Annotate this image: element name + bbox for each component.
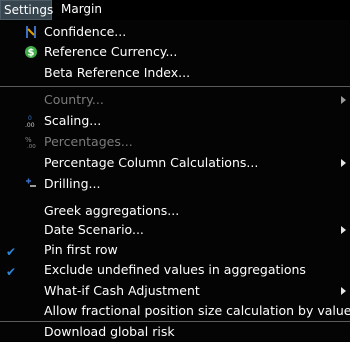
menu-item-allow-fractional-position-size[interactable]: Allow fractional position size calculati… xyxy=(0,301,350,321)
submenu-arrow-icon xyxy=(341,226,346,234)
menu-item-label: Greek aggregations... xyxy=(44,203,180,218)
menu-item-drilling[interactable]: Drilling... xyxy=(0,174,350,194)
menu-item-greek-aggregations[interactable]: Greek aggregations... xyxy=(0,201,350,221)
submenu-arrow-icon xyxy=(341,287,346,295)
menu-item-what-if-cash-adjustment[interactable]: What-if Cash Adjustment xyxy=(0,281,350,301)
menu-item-label: Drilling... xyxy=(44,176,101,191)
menu-item-label: Allow fractional position size calculati… xyxy=(44,303,350,318)
drilling-icon xyxy=(26,178,36,187)
dollar-icon: $ xyxy=(25,46,37,59)
menu-item-label: Beta Reference Index... xyxy=(44,65,191,80)
menu-item-reference-currency[interactable]: $ Reference Currency... xyxy=(0,42,350,62)
confidence-icon xyxy=(26,26,36,38)
menu-item-label: Percentages... xyxy=(44,134,133,149)
submenu-arrow-icon xyxy=(341,159,346,167)
menu-item-label: Country... xyxy=(44,92,104,107)
menu-item-label: Pin first row xyxy=(44,242,118,257)
menu-bar: Settings Margin xyxy=(0,0,350,20)
separator xyxy=(0,86,350,87)
menu-item-confidence[interactable]: Confidence... xyxy=(0,22,350,42)
menu-item-download-global-risk[interactable]: Download global risk xyxy=(0,322,350,342)
svg-text:.00: .00 xyxy=(25,122,35,128)
menu-item-label: Confidence... xyxy=(44,24,127,39)
menu-item-label: Scaling... xyxy=(44,113,102,128)
menu-item-country[interactable]: Country... xyxy=(0,90,350,110)
scaling-icon: 0 .00 xyxy=(25,115,35,128)
svg-text:%: % xyxy=(25,136,32,144)
menu-item-scaling[interactable]: 0 .00 Scaling... xyxy=(0,111,350,131)
menu-item-label: Date Scenario... xyxy=(44,222,144,237)
menu-item-label: Reference Currency... xyxy=(44,44,178,59)
svg-text:0: 0 xyxy=(28,115,32,122)
menu-item-beta-reference-index[interactable]: Beta Reference Index... xyxy=(0,63,350,83)
menu-item-date-scenario[interactable]: Date Scenario... xyxy=(0,220,350,240)
settings-dropdown: Confidence... $ Reference Currency... Be… xyxy=(0,20,350,341)
menu-item-label: Exclude undefined values in aggregations xyxy=(44,262,306,277)
menu-item-label: Download global risk xyxy=(44,324,175,339)
submenu-arrow-icon xyxy=(341,96,346,104)
margin-menu-label: Margin xyxy=(61,2,102,16)
svg-text:$: $ xyxy=(28,48,35,59)
menu-item-percentage-column-calculations[interactable]: Percentage Column Calculations... xyxy=(0,153,350,173)
menu-item-label: What-if Cash Adjustment xyxy=(44,283,200,298)
settings-menu[interactable]: Settings xyxy=(0,0,53,20)
menu-item-label: Percentage Column Calculations... xyxy=(44,155,259,170)
menu-item-percentages[interactable]: % .00 Percentages... xyxy=(0,132,350,152)
menu-item-pin-first-row[interactable]: ✔ Pin first row xyxy=(0,240,350,260)
checkmark-icon: ✔ xyxy=(6,245,17,259)
checkmark-icon: ✔ xyxy=(6,265,17,279)
percentages-icon: % .00 xyxy=(25,136,36,149)
menu-item-exclude-undefined-values[interactable]: ✔ Exclude undefined values in aggregatio… xyxy=(0,260,350,280)
settings-menu-label: Settings xyxy=(4,3,54,17)
margin-menu[interactable]: Margin xyxy=(58,0,102,20)
svg-text:.00: .00 xyxy=(27,144,36,149)
